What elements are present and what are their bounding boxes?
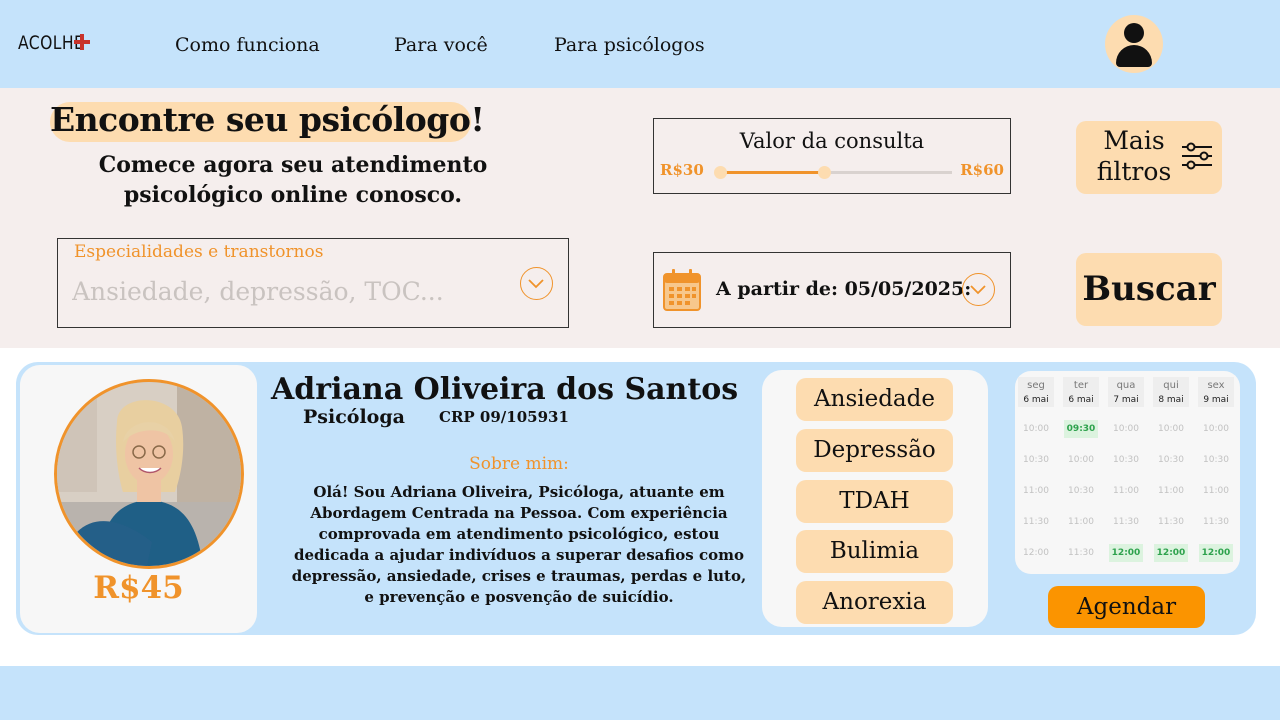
- psychologist-name[interactable]: Adriana Oliveira dos Santos: [271, 372, 738, 407]
- time-slot-unavailable: 11:00: [1158, 486, 1184, 496]
- chevron-down-icon[interactable]: [520, 267, 553, 300]
- day-date: 6 mai: [1068, 395, 1094, 405]
- psychologist-crp: CRP 09/105931: [439, 408, 569, 426]
- start-date-filter[interactable]: A partir de: 05/05/2025:: [653, 252, 1011, 328]
- psychologist-photo: [54, 379, 244, 569]
- time-slot-unavailable: 10:30: [1023, 455, 1049, 465]
- time-slot-unavailable: 10:30: [1113, 455, 1139, 465]
- time-slot-unavailable: 11:00: [1203, 486, 1229, 496]
- time-slot-unavailable: 11:30: [1068, 548, 1094, 558]
- about-title: Sobre mim:: [469, 454, 569, 474]
- day-date: 6 mai: [1023, 395, 1049, 405]
- time-slot-available[interactable]: 12:00: [1109, 544, 1143, 562]
- price-slider-max-handle[interactable]: [817, 166, 831, 179]
- time-slot-unavailable: 11:30: [1158, 517, 1184, 527]
- day-header-qui: qui 8 mai: [1153, 377, 1189, 407]
- day-name: sex: [1207, 380, 1225, 391]
- chevron-down-icon[interactable]: [962, 273, 995, 306]
- day-date: 8 mai: [1158, 395, 1184, 405]
- more-filters-label: Mais filtros: [1096, 126, 1172, 186]
- time-slot-unavailable: 10:00: [1203, 424, 1229, 434]
- specialty-input[interactable]: [72, 273, 502, 309]
- specialty-label: Especialidades e transtornos: [74, 242, 324, 262]
- calendar-icon: [663, 269, 701, 311]
- tag-bulimia[interactable]: Bulimia: [796, 530, 953, 573]
- price-min-label: R$30: [660, 161, 704, 179]
- time-slot-unavailable: 10:30: [1068, 486, 1094, 496]
- psychologist-role: Psicóloga: [303, 406, 405, 428]
- price-range-label: Valor da consulta: [739, 129, 925, 153]
- day-name: seg: [1027, 380, 1045, 391]
- price-slider-track[interactable]: [713, 166, 952, 179]
- chevron-down-glyph: [528, 279, 544, 289]
- about-text: Olá! Sou Adriana Oliveira, Psicóloga, at…: [291, 483, 747, 606]
- time-slot-unavailable: 10:30: [1203, 455, 1229, 465]
- more-filters-button[interactable]: Mais filtros: [1076, 121, 1222, 194]
- schedule-button[interactable]: Agendar: [1048, 586, 1205, 628]
- avatar-head: [1124, 23, 1144, 43]
- psychologist-portrait: [57, 382, 241, 566]
- nav-para-voce[interactable]: Para você: [394, 34, 488, 56]
- start-date-label: A partir de: 05/05/2025:: [716, 278, 972, 300]
- day-name: qui: [1163, 380, 1179, 391]
- price-max-label: R$60: [960, 161, 1004, 179]
- day-header-qua: qua 7 mai: [1108, 377, 1144, 407]
- nav-como-funciona[interactable]: Como funciona: [175, 34, 320, 56]
- time-slot-unavailable: 10:00: [1068, 455, 1094, 465]
- tag-anorexia[interactable]: Anorexia: [796, 581, 953, 624]
- price-slider-min-handle[interactable]: [713, 166, 727, 179]
- tag-depressao[interactable]: Depressão: [796, 429, 953, 472]
- time-slot-unavailable: 11:00: [1023, 486, 1049, 496]
- time-slot-unavailable: 11:00: [1068, 517, 1094, 527]
- time-slot-unavailable: 10:00: [1158, 424, 1184, 434]
- chevron-down-glyph: [970, 285, 986, 295]
- day-header-seg: seg 6 mai: [1018, 377, 1054, 407]
- availability-schedule: seg 6 mai 10:00 10:30 11:00 11:30 12:00 ter 6 ma…: [1015, 371, 1240, 574]
- specialty-filter: Especialidades e transtornos: [57, 238, 569, 328]
- search-button[interactable]: Buscar: [1076, 253, 1222, 326]
- page-title: Encontre seu psicólogo!: [50, 100, 485, 139]
- user-avatar-icon[interactable]: [1105, 15, 1163, 73]
- day-header-ter: ter 6 mai: [1063, 377, 1099, 407]
- footer-bar: [0, 666, 1280, 720]
- page-subtitle: Comece agora seu atendimento psicológico…: [98, 152, 488, 208]
- plus-cross-icon: [74, 34, 90, 50]
- time-slot-unavailable: 11:30: [1023, 517, 1049, 527]
- tag-tdah[interactable]: TDAH: [796, 480, 953, 523]
- price-range-filter: Valor da consulta R$30 R$60: [653, 118, 1011, 194]
- time-slot-unavailable: 12:00: [1023, 548, 1049, 558]
- time-slot-available[interactable]: 12:00: [1199, 544, 1233, 562]
- day-header-sex: sex 9 mai: [1198, 377, 1234, 407]
- time-slot-available[interactable]: 09:30: [1064, 420, 1098, 438]
- day-name: qua: [1116, 380, 1136, 391]
- tag-ansiedade[interactable]: Ansiedade: [796, 378, 953, 421]
- time-slot-unavailable: 11:00: [1113, 486, 1139, 496]
- top-nav-bar: ACOLHE Como funciona Para você Para psic…: [0, 0, 1280, 88]
- session-price: R$45: [93, 570, 184, 606]
- day-date: 7 mai: [1113, 395, 1139, 405]
- day-name: ter: [1073, 380, 1089, 391]
- time-slot-unavailable: 10:30: [1158, 455, 1184, 465]
- time-slot-unavailable: 11:30: [1203, 517, 1229, 527]
- nav-para-psicologos[interactable]: Para psicólogos: [554, 34, 705, 56]
- time-slot-unavailable: 10:00: [1113, 424, 1139, 434]
- day-date: 9 mai: [1203, 395, 1229, 405]
- time-slot-unavailable: 10:00: [1023, 424, 1049, 434]
- sliders-filter-icon: [1182, 142, 1212, 170]
- time-slot-unavailable: 11:30: [1113, 517, 1139, 527]
- avatar-body: [1116, 45, 1152, 67]
- time-slot-available[interactable]: 12:00: [1154, 544, 1188, 562]
- price-slider-fill: [720, 171, 825, 174]
